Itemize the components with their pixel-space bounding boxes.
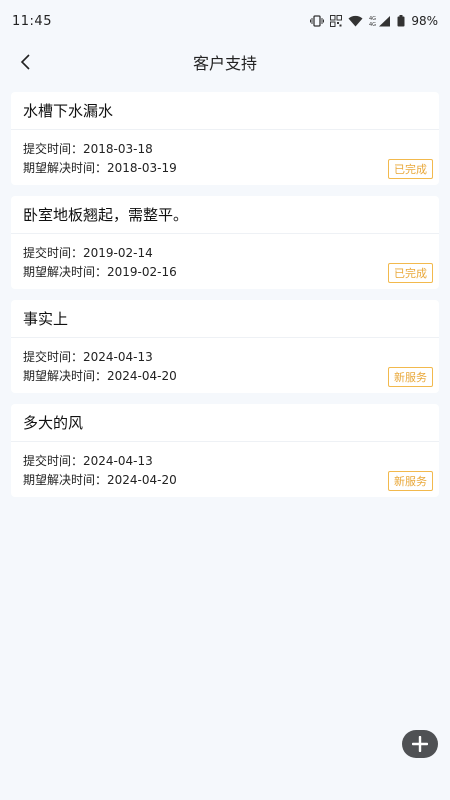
submit-date: 2024-04-13: [83, 454, 153, 468]
expect-date: 2024-04-20: [107, 473, 177, 487]
submit-label: 提交时间：: [23, 142, 84, 156]
svg-text:4G: 4G: [369, 22, 376, 27]
ticket-details: 提交时间：2024-04-13 期望解决时间：2024-04-20: [11, 338, 439, 386]
vibrate-icon: [310, 15, 325, 27]
battery-level: 98%: [411, 14, 438, 28]
plus-icon: [412, 736, 428, 752]
page-title: 客户支持: [192, 54, 257, 73]
expect-label: 期望解决时间：: [23, 369, 108, 383]
status-badge: 新服务: [388, 367, 433, 387]
nav-bar: 客户支持: [0, 42, 450, 82]
ticket-title: 卧室地板翘起，需整平。: [11, 196, 439, 234]
wifi-icon: [348, 15, 363, 27]
submit-label: 提交时间：: [23, 350, 84, 364]
submit-date: 2024-04-13: [83, 350, 153, 364]
add-ticket-button[interactable]: [402, 730, 438, 758]
status-badge: 新服务: [388, 471, 433, 491]
ticket-details: 提交时间：2018-03-18 期望解决时间：2018-03-19: [11, 130, 439, 178]
status-icons: 4G 4G 98%: [310, 14, 438, 28]
back-button[interactable]: [10, 46, 42, 78]
ticket-list: 水槽下水漏水 提交时间：2018-03-18 期望解决时间：2018-03-19…: [0, 82, 450, 497]
ticket-card[interactable]: 事实上 提交时间：2024-04-13 期望解决时间：2024-04-20 新服…: [11, 300, 439, 393]
submit-row: 提交时间：2024-04-13: [23, 452, 427, 471]
status-time: 11:45: [12, 13, 52, 29]
ticket-details: 提交时间：2019-02-14 期望解决时间：2019-02-16: [11, 234, 439, 282]
expect-label: 期望解决时间：: [23, 161, 108, 175]
submit-date: 2019-02-14: [83, 246, 153, 260]
battery-icon: [397, 15, 405, 27]
submit-date: 2018-03-18: [83, 142, 153, 156]
expect-row: 期望解决时间：2018-03-19: [23, 159, 427, 178]
expect-row: 期望解决时间：2019-02-16: [23, 263, 427, 282]
status-bar: 11:45 4G 4G 98%: [0, 0, 450, 42]
ticket-card[interactable]: 卧室地板翘起，需整平。 提交时间：2019-02-14 期望解决时间：2019-…: [11, 196, 439, 289]
ticket-card[interactable]: 水槽下水漏水 提交时间：2018-03-18 期望解决时间：2018-03-19…: [11, 92, 439, 185]
status-badge: 已完成: [388, 263, 433, 283]
expect-date: 2019-02-16: [107, 265, 177, 279]
ticket-card[interactable]: 多大的风 提交时间：2024-04-13 期望解决时间：2024-04-20 新…: [11, 404, 439, 497]
qr-icon: [330, 15, 343, 27]
submit-row: 提交时间：2019-02-14: [23, 244, 427, 263]
submit-row: 提交时间：2018-03-18: [23, 140, 427, 159]
expect-label: 期望解决时间：: [23, 473, 108, 487]
expect-label: 期望解决时间：: [23, 265, 108, 279]
expect-row: 期望解决时间：2024-04-20: [23, 471, 427, 490]
expect-date: 2018-03-19: [107, 161, 177, 175]
ticket-details: 提交时间：2024-04-13 期望解决时间：2024-04-20: [11, 442, 439, 490]
ticket-title: 多大的风: [11, 404, 439, 442]
ticket-title: 水槽下水漏水: [11, 92, 439, 130]
expect-row: 期望解决时间：2024-04-20: [23, 367, 427, 386]
ticket-title: 事实上: [11, 300, 439, 338]
submit-row: 提交时间：2024-04-13: [23, 348, 427, 367]
signal-4g-icon: 4G4G: [369, 16, 391, 27]
submit-label: 提交时间：: [23, 246, 84, 260]
chevron-left-icon: [20, 54, 30, 70]
submit-label: 提交时间：: [23, 454, 84, 468]
status-badge: 已完成: [388, 159, 433, 179]
expect-date: 2024-04-20: [107, 369, 177, 383]
